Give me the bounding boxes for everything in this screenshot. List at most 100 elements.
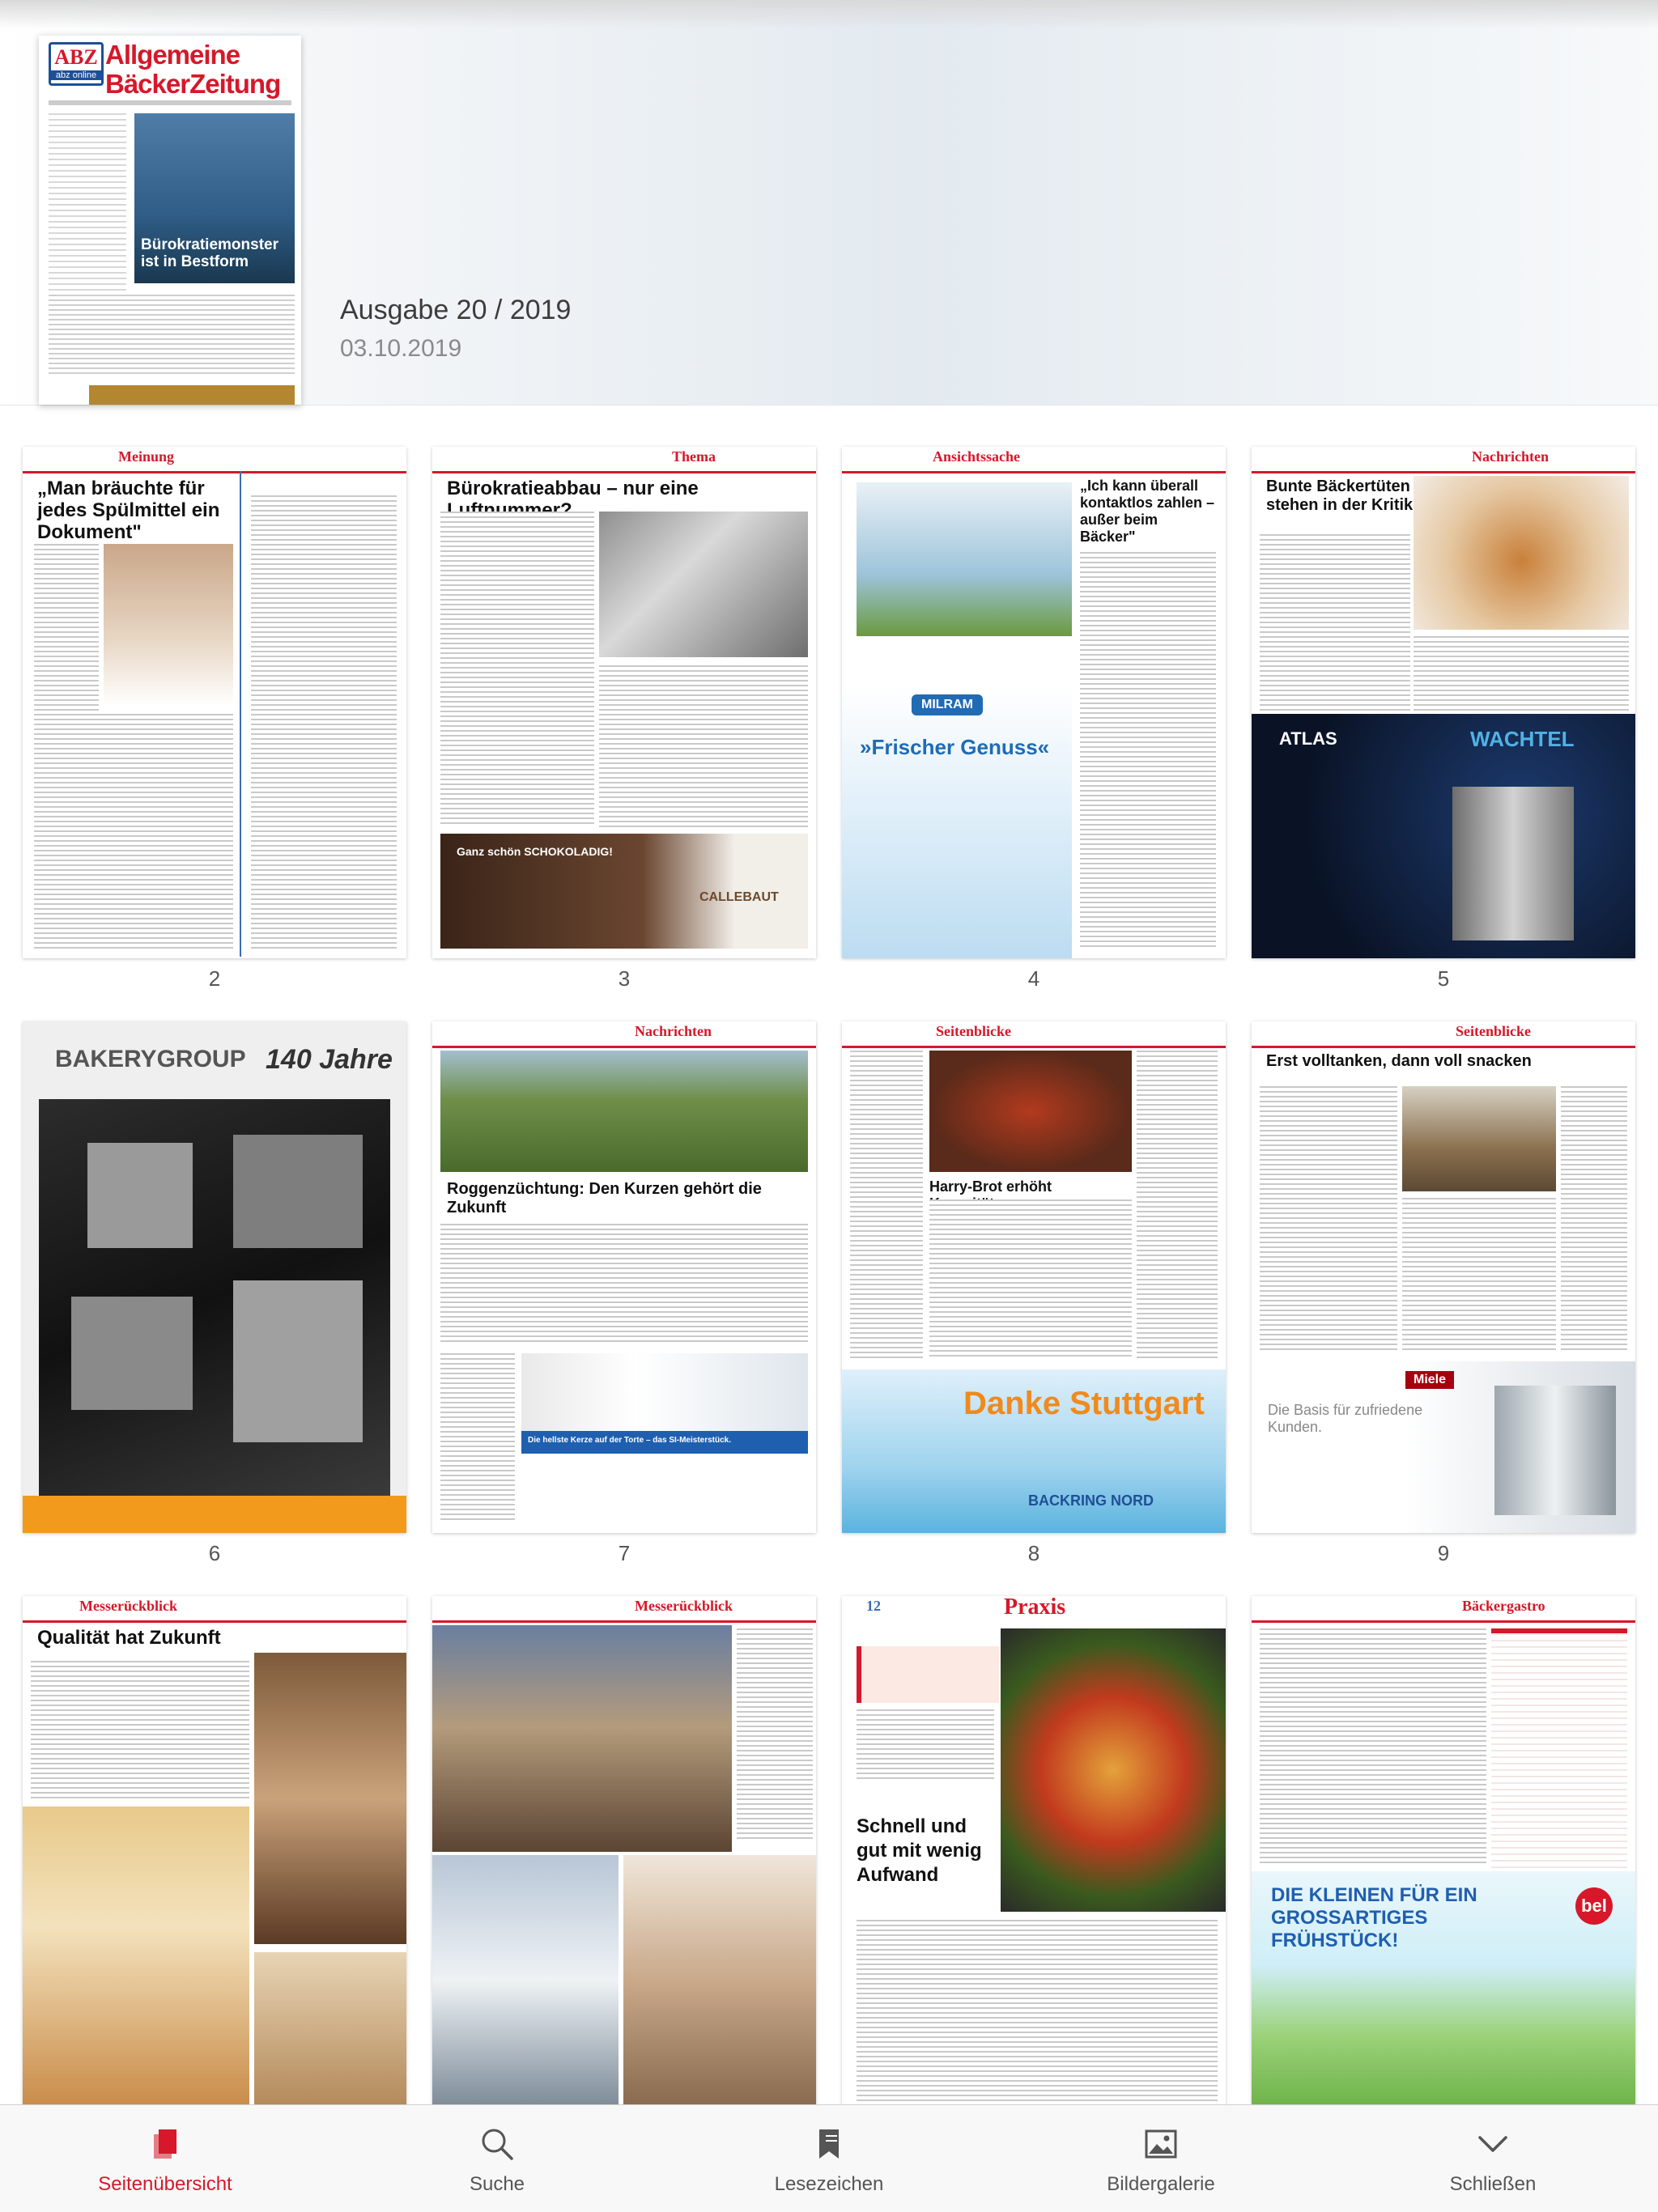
text-column — [850, 1051, 923, 1358]
tab-label: Schließen — [1449, 2173, 1537, 2195]
text-column — [440, 1224, 808, 1345]
machine-photo — [233, 1280, 363, 1442]
page-section: Nachrichten — [635, 1023, 712, 1039]
ad-brand: BAKERYGROUP — [55, 1046, 246, 1072]
portrait-photo — [104, 544, 233, 706]
text-column — [440, 512, 594, 827]
tab-label: Suche — [469, 2173, 525, 2195]
cartoon-image — [857, 482, 1072, 636]
page-thumbnail[interactable]: BAKERYGROUP 140 Jahre — [23, 1021, 406, 1533]
page-section: Ansichtssache — [933, 448, 1021, 465]
page-thumbnail[interactable]: Bäckergastro DIE KLEINEN FÜR EIN GROSSAR… — [1252, 1596, 1635, 2106]
ad-text: ATLAS — [1279, 728, 1337, 749]
page-thumbnail[interactable]: 12 Praxis Schnell und gut mit wenig Aufw… — [842, 1596, 1226, 2106]
page-thumbnail[interactable]: Seitenblicke Erst volltanken, dann voll … — [1252, 1021, 1635, 1533]
page-number: 4 — [1027, 966, 1040, 991]
milram-ad — [842, 686, 1072, 958]
text-column — [1561, 1086, 1627, 1353]
page-headline: Bunte Bäckertüten stehen in der Kritik — [1266, 478, 1414, 514]
ad-text: »Frischer Genuss« — [860, 735, 1050, 759]
text-column — [1260, 1628, 1486, 1863]
page-thumbnail[interactable]: Thema Bürokratieabbau – nur eine Luftnum… — [432, 447, 816, 958]
ad-text: Die hellste Kerze auf der Torte – das SI… — [528, 1436, 732, 1445]
cover-headline: Bürokratiemonster ist in Bestform — [141, 236, 278, 270]
ad-brand: WACHTEL — [1470, 727, 1575, 751]
wachtel-ad — [1252, 714, 1635, 958]
rye-field-photo — [440, 1051, 808, 1172]
page-headline: Roggenzüchtung: Den Kurzen gehört die Zu… — [447, 1180, 762, 1216]
tab-search[interactable]: Suche — [376, 2125, 619, 2196]
ad-brand: Miele — [1405, 1371, 1455, 1389]
ad-footer-band — [23, 1496, 406, 1533]
ad-text: 140 Jahre — [266, 1044, 393, 1075]
page-section: Seitenblicke — [1456, 1023, 1531, 1039]
page-number: 9 — [1437, 1541, 1450, 1565]
bread-bag-photo — [1414, 476, 1629, 630]
page-number: 2 — [208, 966, 221, 991]
page-section: Meinung — [118, 448, 175, 465]
search-icon — [482, 2129, 513, 2160]
ad-brand: bel — [1575, 1887, 1613, 1925]
text-column — [1414, 636, 1629, 712]
page-masthead: Meinung — [23, 447, 406, 473]
fair-booth-photo — [432, 1855, 619, 2106]
address-list — [1491, 1628, 1627, 1868]
chevron-down-icon — [1478, 2136, 1507, 2152]
text-column — [737, 1628, 813, 1839]
page-thumbnail[interactable]: Meinung „Man bräuchte für jedes Spülmitt… — [23, 447, 406, 958]
issue-header: ABZ abz online Allgemeine BäckerZeitung … — [0, 0, 1658, 405]
cake-photo — [23, 1807, 249, 2106]
tab-page-overview[interactable]: Seitenübersicht — [44, 2125, 287, 2196]
tab-bookmarks[interactable]: Lesezeichen — [708, 2125, 950, 2196]
page-number: 8 — [1027, 1541, 1040, 1565]
ad-text: Danke Stuttgart — [963, 1386, 1205, 1421]
text-column — [34, 714, 233, 949]
machine-photo — [71, 1297, 193, 1410]
text-column — [1402, 1198, 1556, 1353]
page-number: 6 — [208, 1541, 221, 1565]
page-thumbnail[interactable]: Messerückblick — [432, 1596, 816, 2106]
issue-date: 03.10.2019 — [340, 335, 462, 362]
page-masthead: Nachrichten — [1252, 447, 1635, 473]
page-masthead: Thema — [432, 447, 816, 473]
tab-label: Lesezeichen — [774, 2173, 884, 2195]
page-section: Seitenblicke — [936, 1023, 1011, 1039]
cover-logo-sub: abz online — [51, 70, 101, 80]
page-masthead: Bäckergastro — [1252, 1596, 1635, 1623]
tab-close[interactable]: Schließen — [1371, 2125, 1614, 2196]
text-column — [857, 1709, 994, 1782]
text-column — [1080, 552, 1216, 949]
tab-label: Seitenübersicht — [98, 2173, 232, 2195]
page-thumbnail[interactable]: Nachrichten Bunte Bäckertüten stehen in … — [1252, 447, 1635, 958]
people-photo — [623, 1855, 816, 2106]
tab-label: Bildergalerie — [1107, 2173, 1215, 2195]
focus-box — [857, 1646, 999, 1703]
page-section: Praxis — [1004, 1596, 1066, 1620]
text-column — [1260, 534, 1410, 712]
tab-gallery[interactable]: Bildergalerie — [1039, 2125, 1282, 2196]
bookmark-icon — [819, 2129, 839, 2159]
page-number: 5 — [1437, 966, 1450, 991]
page-folio: 12 — [866, 1598, 881, 1614]
column-divider — [240, 471, 241, 957]
page-thumbnail[interactable]: Nachrichten Roggenzüchtung: Den Kurzen g… — [432, 1021, 816, 1533]
page-thumbnail[interactable]: Seitenblicke Harry-Brot erhöht Kapazität… — [842, 1021, 1226, 1533]
page-section: Bäckergastro — [1462, 1598, 1545, 1614]
harry-logo-photo — [929, 1051, 1132, 1172]
pastry-photo — [254, 1952, 406, 2106]
page-number: 3 — [618, 966, 631, 991]
page-headline: „Man bräuchte für jedes Spülmittel ein D… — [37, 478, 220, 543]
text-column — [929, 1199, 1132, 1358]
cover-rule — [49, 100, 291, 105]
cover-body-text — [49, 295, 295, 376]
page-thumbnail[interactable]: Ansichtssache „Ich kann überall kontaktl… — [842, 447, 1226, 958]
page-thumbnail[interactable]: Messerückblick Qualität hat Zukunft — [23, 1596, 406, 2106]
text-column — [599, 665, 808, 827]
issue-cover[interactable]: ABZ abz online Allgemeine BäckerZeitung … — [39, 36, 301, 405]
cover-logo-text: ABZ — [54, 45, 98, 69]
office-photo — [599, 512, 808, 657]
text-column — [857, 1920, 1218, 2106]
cover-banner — [89, 385, 295, 405]
gallery-icon — [1145, 2129, 1177, 2159]
page-headline: „Ich kann überall kontaktlos zahlen – au… — [1080, 478, 1215, 545]
